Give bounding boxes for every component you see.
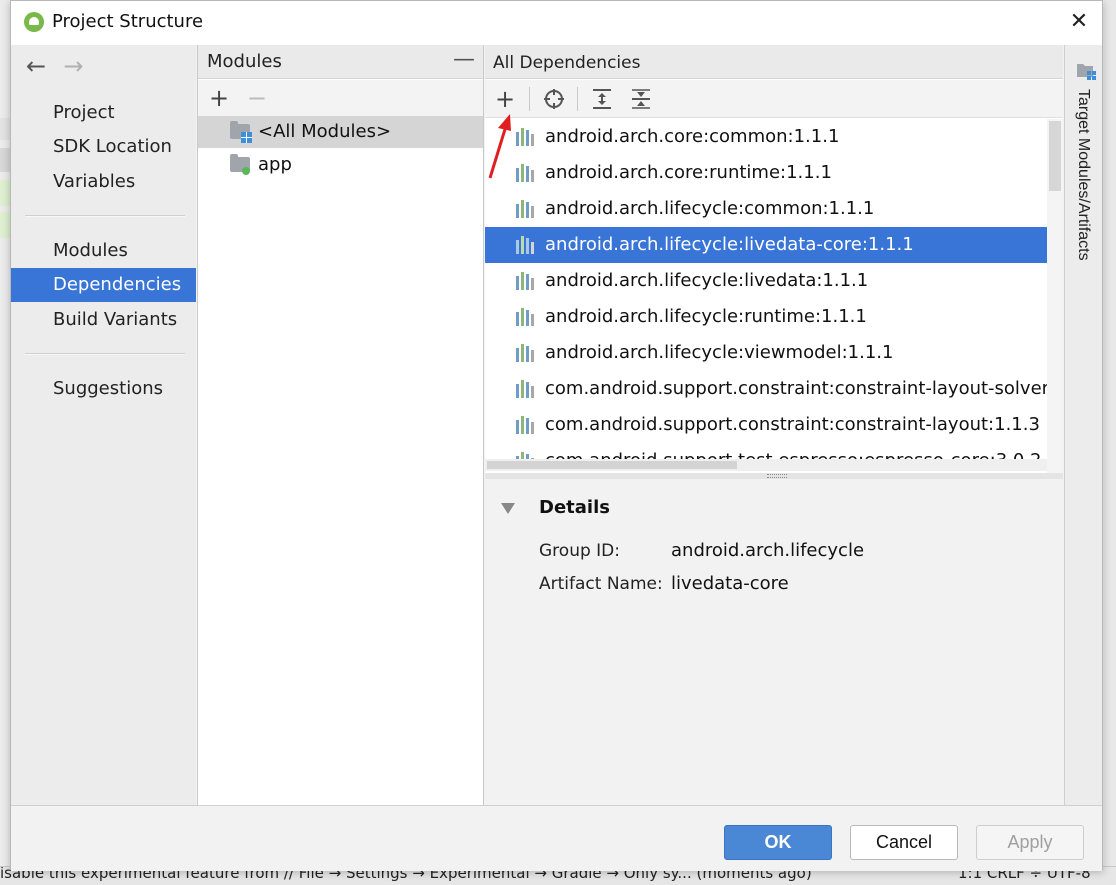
library-icon <box>516 200 538 218</box>
apply-button[interactable]: Apply <box>976 825 1084 860</box>
dependency-row[interactable]: com.android.support.constraint:constrain… <box>485 371 1047 407</box>
hide-panel-icon[interactable]: — <box>453 49 475 73</box>
dialog-title: Project Structure <box>52 11 204 32</box>
nav-item-sdk-location[interactable]: SDK Location <box>11 130 196 164</box>
dependency-label: android.arch.core:runtime:1.1.1 <box>545 162 832 183</box>
side-tab-label: Target Modules/Artifacts <box>1075 89 1092 261</box>
module-item-app[interactable]: app <box>198 149 483 181</box>
group-id-value: android.arch.lifecycle <box>671 540 865 561</box>
back-arrow-icon[interactable]: ← <box>23 53 49 81</box>
android-module-badge-icon <box>242 167 250 175</box>
dependencies-header: All Dependencies <box>485 45 1063 79</box>
forward-arrow-icon[interactable]: → <box>60 53 86 81</box>
library-icon <box>516 128 538 146</box>
dependency-label: android.arch.lifecycle:common:1.1.1 <box>545 198 875 219</box>
nav-item-suggestions[interactable]: Suggestions <box>11 372 196 406</box>
background-strip <box>0 118 10 140</box>
dependency-row[interactable]: com.android.support.constraint:constrain… <box>485 407 1047 443</box>
nav-item-build-variants[interactable]: Build Variants <box>11 303 196 337</box>
splitter-grip-icon <box>767 474 787 478</box>
dependency-label: android.arch.lifecycle:viewmodel:1.1.1 <box>545 342 894 363</box>
dependency-row[interactable]: android.arch.lifecycle:runtime:1.1.1 <box>485 299 1047 335</box>
module-grid-icon <box>1077 64 1096 80</box>
details-section: Details Group ID: android.arch.lifecycle… <box>485 479 1063 805</box>
collapse-all-icon[interactable] <box>627 84 655 114</box>
ok-button[interactable]: OK <box>724 825 832 860</box>
horizontal-scrollbar[interactable] <box>485 459 1047 471</box>
horizontal-scroll-thumb[interactable] <box>487 461 737 469</box>
dependencies-title: All Dependencies <box>493 53 641 73</box>
settings-nav: ← → Project SDK Location Variables Modul… <box>11 45 196 805</box>
modules-panel: Modules — + − <All Modules> app <box>197 45 484 805</box>
library-icon <box>516 308 538 326</box>
toolbar-separator <box>529 87 530 111</box>
add-module-button[interactable]: + <box>206 84 232 112</box>
module-label: <All Modules> <box>258 121 392 142</box>
dependencies-panel: All Dependencies + android.arch.core:com… <box>485 45 1063 805</box>
nav-item-dependencies[interactable]: Dependencies <box>11 268 196 302</box>
annotation-arrow-icon <box>488 114 511 179</box>
dependencies-toolbar: + <box>485 80 1063 118</box>
target-modules-artifacts-tab[interactable]: Target Modules/Artifacts <box>1064 45 1102 805</box>
artifact-name-value: livedata-core <box>671 573 789 594</box>
expand-all-icon[interactable] <box>588 84 616 114</box>
module-label: app <box>258 154 292 175</box>
collapse-triangle-icon[interactable] <box>501 503 515 514</box>
library-icon <box>516 344 538 362</box>
toolbar-separator <box>577 87 578 111</box>
dependency-row-selected[interactable]: android.arch.lifecycle:livedata-core:1.1… <box>485 227 1047 263</box>
dependency-label: android.arch.core:common:1.1.1 <box>545 126 840 147</box>
nav-history: ← → <box>23 53 86 81</box>
nav-divider <box>25 353 185 355</box>
dependency-row[interactable]: android.arch.lifecycle:common:1.1.1 <box>485 191 1047 227</box>
artifact-name-label: Artifact Name: <box>539 574 663 594</box>
library-icon <box>516 164 538 182</box>
nav-item-project[interactable]: Project <box>11 96 196 130</box>
dependency-row[interactable]: android.arch.core:common:1.1.1 <box>485 119 1047 155</box>
vertical-scrollbar[interactable] <box>1047 119 1063 473</box>
nav-item-modules[interactable]: Modules <box>11 234 196 268</box>
project-structure-dialog: Project Structure ✕ ← → Project SDK Loca… <box>10 0 1103 871</box>
dependency-label: android.arch.lifecycle:livedata-core:1.1… <box>545 234 914 255</box>
library-icon <box>516 416 538 434</box>
android-studio-icon <box>24 12 44 32</box>
module-item-all-modules[interactable]: <All Modules> <box>198 116 483 148</box>
background-strip <box>0 148 10 172</box>
library-icon <box>516 380 538 398</box>
library-icon <box>516 236 538 254</box>
library-icon <box>516 272 538 290</box>
background-strip <box>0 212 10 238</box>
background-strip <box>0 180 10 206</box>
group-id-label: Group ID: <box>539 541 620 561</box>
dependency-row[interactable]: android.arch.lifecycle:viewmodel:1.1.1 <box>485 335 1047 371</box>
vertical-scroll-thumb[interactable] <box>1049 121 1061 191</box>
dependency-label: android.arch.lifecycle:livedata:1.1.1 <box>545 270 869 291</box>
dependency-row[interactable]: android.arch.lifecycle:livedata:1.1.1 <box>485 263 1047 299</box>
title-bar: Project Structure ✕ <box>11 1 1102 45</box>
remove-module-button[interactable]: − <box>244 84 270 112</box>
dialog-buttons: OK Cancel Apply <box>11 805 1102 871</box>
grid-badge-icon <box>241 132 252 143</box>
add-dependency-button[interactable]: + <box>491 84 519 114</box>
background-right-edge <box>1104 0 1116 866</box>
dependency-label: com.android.support.constraint:constrain… <box>545 414 1040 435</box>
nav-divider <box>25 215 185 217</box>
dependency-list: android.arch.core:common:1.1.1 android.a… <box>485 119 1047 473</box>
dependency-label: com.android.support.constraint:constrain… <box>545 378 1047 399</box>
modules-toolbar: + − <box>198 80 483 116</box>
dependency-label: android.arch.lifecycle:runtime:1.1.1 <box>545 306 867 327</box>
modules-header: Modules — <box>198 45 483 79</box>
modules-title: Modules <box>207 51 282 72</box>
details-title: Details <box>539 497 610 518</box>
target-icon[interactable] <box>540 84 568 114</box>
nav-item-variables[interactable]: Variables <box>11 165 196 199</box>
cancel-button[interactable]: Cancel <box>850 825 958 860</box>
dependency-row[interactable]: android.arch.core:runtime:1.1.1 <box>485 155 1047 191</box>
close-icon[interactable]: ✕ <box>1066 9 1092 35</box>
